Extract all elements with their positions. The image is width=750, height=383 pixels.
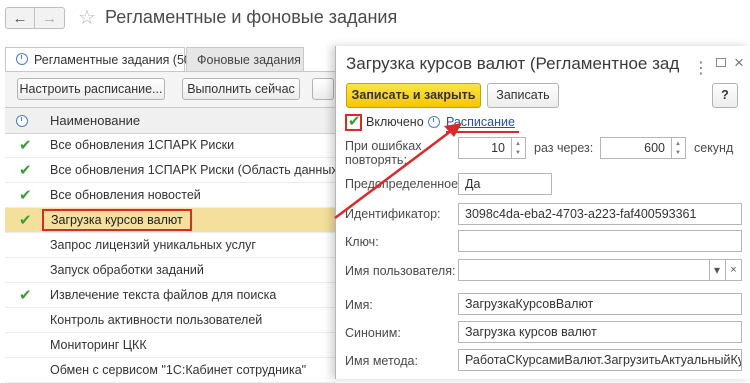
username-label: Имя пользователя: xyxy=(345,264,456,278)
clock-icon xyxy=(428,115,440,130)
key-input[interactable] xyxy=(458,230,742,252)
retry-label-line2: повторять: xyxy=(345,153,407,167)
name-label: Имя: xyxy=(345,298,373,312)
column-header-name[interactable]: Наименование xyxy=(50,113,140,128)
help-button[interactable]: ? xyxy=(712,83,738,108)
table-row[interactable]: Запуск обработки заданий xyxy=(5,258,335,283)
check-icon: ✔ xyxy=(348,113,361,130)
method-field[interactable]: РаботаСКурсамиВалют.ЗагрузитьАктуальныйК… xyxy=(458,349,742,371)
interval-spinner[interactable]: ▲ ▼ xyxy=(672,137,686,159)
row-label: Запрос лицензий уникальных услуг xyxy=(50,238,256,252)
enabled-checkbox[interactable]: ✔ xyxy=(345,113,362,131)
username-choose-button[interactable]: ▾ xyxy=(710,259,726,281)
retry-count-spinner[interactable]: ▲ ▼ xyxy=(512,137,526,159)
enabled-check-icon: ✔ xyxy=(19,212,32,229)
table-row[interactable]: ✔ Все обновления 1СПАРК Риски (Область д… xyxy=(5,158,342,183)
predefined-label: Предопределенное: xyxy=(345,177,462,191)
tab-background-jobs[interactable]: Фоновые задания xyxy=(186,47,304,71)
row-label: Запуск обработки заданий xyxy=(50,263,204,277)
run-now-button[interactable]: Выполнить сейчас xyxy=(182,78,300,100)
retry-label-line1: При ошибках xyxy=(345,139,422,153)
configure-schedule-button[interactable]: Настроить расписание... xyxy=(17,78,165,100)
table-row[interactable]: Обмен с сервисом "1С:Кабинет сотрудника" xyxy=(5,358,335,383)
row-label: Извлечение текста файлов для поиска xyxy=(50,288,277,302)
enabled-check-icon: ✔ xyxy=(19,162,32,179)
enabled-check-icon: ✔ xyxy=(19,187,32,204)
interval-input[interactable]: 600 xyxy=(600,137,672,159)
job-dialog: Загрузка курсов валют (Регламентное зад … xyxy=(335,46,750,379)
enabled-check-icon: ✔ xyxy=(19,137,32,154)
page-title: Регламентные и фоновые задания xyxy=(105,7,398,27)
identifier-field[interactable]: 3098c4da-eba2-4703-a223-faf400593361 xyxy=(458,203,742,225)
table-row[interactable]: Мониторинг ЦКК xyxy=(5,333,335,358)
window-header: ← → ☆ Регламентные и фоновые задания xyxy=(0,0,750,40)
more-icon[interactable]: ⋮ xyxy=(693,58,710,78)
row-label: Все обновления 1СПАРК Риски (Область дан… xyxy=(50,163,342,177)
clock-icon xyxy=(16,53,28,65)
row-label: Контроль активности пользователей xyxy=(50,313,263,327)
row-label: Все обновления новостей xyxy=(50,188,201,202)
interval-label: раз через: xyxy=(534,141,594,155)
save-and-close-button[interactable]: Записать и закрыть xyxy=(346,83,481,108)
retry-count-input[interactable]: 10 xyxy=(458,137,512,159)
row-label: Все обновления 1СПАРК Риски xyxy=(50,138,235,152)
table-row-selected[interactable]: ✔ Загрузка курсов валют xyxy=(5,208,335,233)
table-header: Наименование xyxy=(5,108,335,134)
favorite-star-icon[interactable]: ☆ xyxy=(78,5,96,30)
row-label: Загрузка курсов валют xyxy=(42,209,192,231)
predefined-field: Да xyxy=(458,173,552,195)
username-input[interactable] xyxy=(458,259,710,281)
table-row[interactable]: ✔ Все обновления новостей xyxy=(5,183,335,208)
table-row[interactable]: ✔ Извлечение текста файлов для поиска xyxy=(5,283,335,308)
name-field[interactable]: ЗагрузкаКурсовВалют xyxy=(458,293,742,315)
dialog-title: Загрузка курсов валют (Регламентное зад xyxy=(346,54,680,73)
row-label: Обмен с сервисом "1С:Кабинет сотрудника" xyxy=(50,363,307,377)
table-row[interactable]: ✔ Все обновления 1СПАРК Риски xyxy=(5,133,335,158)
save-button[interactable]: Записать xyxy=(487,83,559,108)
synonym-field[interactable]: Загрузка курсов валют xyxy=(458,321,742,343)
maximize-icon[interactable] xyxy=(716,58,726,67)
table-row[interactable]: Запрос лицензий уникальных услуг xyxy=(5,233,335,258)
clock-icon xyxy=(16,115,28,127)
forward-button[interactable]: → xyxy=(35,7,65,29)
key-label: Ключ: xyxy=(345,235,379,249)
method-label: Имя метода: xyxy=(345,354,418,368)
username-clear-icon[interactable]: × xyxy=(726,259,742,281)
tab-label: Регламентные задания (50) xyxy=(34,53,196,67)
toolbar-extra-button[interactable] xyxy=(312,78,334,100)
enabled-row: ✔ Включено Расписание xyxy=(336,113,750,136)
jobs-table: Наименование ✔ Все обновления 1СПАРК Рис… xyxy=(5,107,342,383)
schedule-link[interactable]: Расписание xyxy=(446,115,519,133)
tab-label: Фоновые задания xyxy=(197,53,301,67)
tab-scheduled-jobs[interactable]: Регламентные задания (50) xyxy=(5,47,195,71)
back-button[interactable]: ← xyxy=(5,7,35,29)
enabled-check-icon: ✔ xyxy=(19,287,32,304)
synonym-label: Синоним: xyxy=(345,326,401,340)
identifier-label: Идентификатор: xyxy=(345,207,441,221)
table-row[interactable]: Контроль активности пользователей xyxy=(5,308,335,333)
toolbar: Настроить расписание... Выполнить сейчас xyxy=(5,71,335,108)
enabled-label: Включено xyxy=(366,115,424,129)
close-icon[interactable]: × xyxy=(734,53,744,73)
seconds-label: секунд xyxy=(694,141,734,155)
row-label: Мониторинг ЦКК xyxy=(50,338,147,352)
